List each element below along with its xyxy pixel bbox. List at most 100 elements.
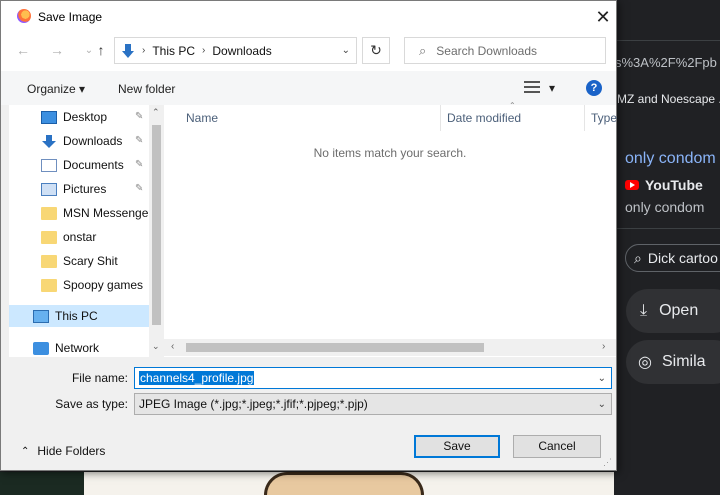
horizontal-scrollbar[interactable]: ‹ ›	[164, 339, 616, 356]
cancel-button[interactable]: Cancel	[513, 435, 601, 458]
up-button[interactable]: ↑	[91, 42, 111, 58]
sidebar-item-label: This PC	[55, 309, 98, 323]
help-icon[interactable]: ?	[586, 80, 602, 96]
bookmark-text[interactable]: MZ and Noescape ...	[617, 92, 720, 106]
file-name-value: channels4_profile.jpg	[139, 371, 255, 385]
related-search-chip[interactable]: ⌕ Dick cartoo	[625, 244, 720, 272]
scroll-up-icon[interactable]: ⌃	[152, 107, 160, 118]
chevron-down-icon[interactable]: ⌄	[342, 45, 350, 56]
column-divider[interactable]	[440, 105, 441, 131]
back-button[interactable]: ←	[13, 42, 33, 58]
breadcrumb-downloads[interactable]: Downloads	[212, 44, 271, 58]
organize-button[interactable]: Organize ▾	[27, 82, 85, 96]
open-label: Open	[659, 302, 699, 319]
dialog-titlebar[interactable]: Save Image ✕	[1, 1, 616, 33]
hide-folders-toggle[interactable]: ⌃ Hide Folders	[21, 444, 105, 458]
scroll-right-icon[interactable]: ›	[602, 341, 605, 352]
sidebar-item-this-pc[interactable]: This PC	[9, 305, 157, 327]
sidebar-item-label: onstar	[63, 230, 97, 244]
breadcrumb-this-pc[interactable]: This PC	[152, 44, 195, 58]
open-button[interactable]: ⤓ Open	[626, 289, 720, 333]
network-icon	[33, 341, 49, 355]
computer-icon	[33, 309, 49, 323]
search-placeholder: Search Downloads	[436, 43, 538, 58]
sidebar-item-documents[interactable]: Documents ✎	[9, 154, 149, 176]
navigation-pane: Desktop ✎ Downloads ✎ Documents ✎ Pictur…	[9, 105, 164, 357]
chip-label: Dick cartoo	[647, 250, 718, 266]
pin-icon: ✎	[135, 111, 144, 122]
chevron-down-icon[interactable]: ⌄	[598, 373, 606, 384]
sidebar-item-network[interactable]: Network	[9, 337, 149, 357]
similar-button[interactable]: ◎ Simila	[626, 340, 720, 384]
sidebar-item-spoopy-games[interactable]: Spoopy games	[9, 274, 149, 296]
new-folder-button[interactable]: New folder	[118, 82, 175, 96]
view-dropdown[interactable]: ▾	[549, 81, 555, 95]
sidebar-item-label: Network	[55, 341, 100, 355]
search-input[interactable]: ⌕ Search Downloads	[404, 37, 606, 64]
sidebar-item-label: MSN Messenger	[63, 206, 153, 220]
column-divider[interactable]	[584, 105, 585, 131]
sidebar-item-desktop[interactable]: Desktop ✎	[9, 106, 149, 128]
file-list[interactable]: Name ⌃ Date modified Type No items match…	[164, 101, 617, 357]
sidebar-item-onstar[interactable]: onstar	[9, 226, 149, 248]
background-strip	[0, 472, 84, 495]
download-icon: ⤓	[640, 302, 648, 319]
chevron-up-icon: ⌃	[21, 445, 30, 457]
file-name-field[interactable]: channels4_profile.jpg ⌄	[134, 367, 612, 389]
close-button[interactable]: ✕	[591, 6, 615, 28]
view-options-icon[interactable]	[524, 81, 540, 93]
source-label: YouTube	[645, 177, 703, 193]
sidebar-item-label: Scary Shit	[63, 254, 118, 268]
desktop-icon	[41, 110, 57, 124]
sidebar-item-downloads[interactable]: Downloads ✎	[9, 130, 149, 152]
save-options: File name: channels4_profile.jpg ⌄ Save …	[1, 357, 616, 470]
panel-divider	[612, 228, 720, 229]
save-type-select[interactable]: JPEG Image (*.jpg;*.jpeg;*.jfif;*.pjpeg;…	[134, 393, 612, 415]
download-icon	[41, 134, 57, 148]
address-bar-text[interactable]: s%3A%2F%2Fpb	[615, 55, 717, 70]
toolbar-divider	[615, 40, 720, 41]
sidebar-item-msn-messenger[interactable]: MSN Messenger	[9, 202, 153, 224]
hide-folders-label: Hide Folders	[37, 444, 106, 458]
cartoon-ear-image	[264, 472, 424, 495]
forward-button[interactable]: →	[47, 42, 67, 58]
save-type-value: JPEG Image (*.jpg;*.jpeg;*.jfif;*.pjpeg;…	[139, 397, 368, 411]
column-header-date-modified[interactable]: Date modified	[447, 111, 521, 125]
pin-icon: ✎	[135, 159, 144, 170]
chevron-right-icon[interactable]: ›	[142, 45, 145, 56]
column-header-name[interactable]: Name	[186, 111, 218, 125]
folder-icon	[41, 278, 57, 292]
folder-icon	[41, 206, 57, 220]
pin-icon: ✎	[135, 135, 144, 146]
sidebar-item-scary-shit[interactable]: Scary Shit	[9, 250, 149, 272]
preview-image[interactable]	[84, 472, 614, 495]
empty-message: No items match your search.	[313, 146, 467, 160]
scroll-left-icon[interactable]: ‹	[171, 341, 174, 352]
column-header-type[interactable]: Type	[591, 111, 617, 125]
sidebar-item-label: Desktop	[63, 110, 108, 124]
similar-label: Simila	[661, 353, 706, 370]
folder-icon	[41, 254, 57, 268]
sidebar-item-pictures[interactable]: Pictures ✎	[9, 178, 149, 200]
folder-icon	[41, 230, 57, 244]
scrollbar-thumb[interactable]	[152, 125, 161, 325]
youtube-icon	[625, 180, 639, 190]
sort-arrow-icon: ⌃	[509, 101, 516, 110]
chevron-down-icon[interactable]: ⌄	[598, 399, 606, 410]
scroll-down-icon[interactable]: ⌄	[152, 341, 160, 352]
sidebar-scrollbar[interactable]: ⌃ ⌄	[149, 105, 164, 357]
scrollbar-thumb[interactable]	[186, 343, 484, 352]
result-source[interactable]: YouTube	[625, 177, 703, 193]
lens-icon: ◎	[638, 354, 652, 371]
result-title[interactable]: only condom	[625, 150, 716, 168]
search-icon: ⌕	[419, 42, 427, 58]
file-name-label: File name:	[71, 371, 128, 385]
resize-grip-icon[interactable]: ⋰	[603, 457, 612, 468]
refresh-button[interactable]: ↻	[362, 37, 390, 64]
chevron-right-icon[interactable]: ›	[202, 45, 205, 56]
result-subtitle: only condom	[625, 199, 705, 215]
address-bar[interactable]: › This PC › Downloads ⌄	[114, 37, 357, 64]
save-type-label: Save as type:	[55, 397, 128, 411]
picture-icon	[41, 182, 57, 196]
save-button[interactable]: Save	[414, 435, 500, 458]
